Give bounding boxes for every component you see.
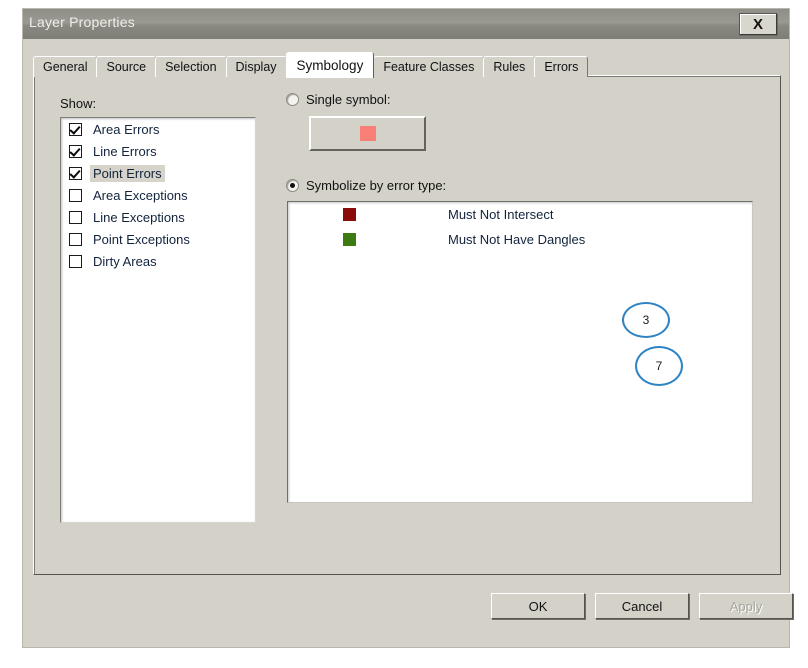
radio-label: Single symbol: [306,92,391,107]
list-item-point-errors[interactable]: Point Errors [61,162,255,184]
list-item-label: Area Exceptions [93,187,188,203]
tab-label: Source [106,60,147,74]
legend-label: Must Not Have Dangles [448,232,586,247]
legend-swatch [343,208,356,221]
checkbox-icon[interactable] [69,122,82,136]
checkbox-icon[interactable] [69,210,82,224]
list-item-label: Area Errors [93,121,160,137]
tab-display[interactable]: Display [225,56,287,77]
tab-source[interactable]: Source [96,56,157,77]
list-item-line-exceptions[interactable]: Line Exceptions [61,206,255,228]
symbology-tab-panel: Show: Area Errors Line Errors Point Erro… [33,75,781,575]
show-label: Show: [60,96,97,111]
single-symbol-button[interactable] [309,116,426,151]
button-label: Apply [729,598,763,614]
list-item-dirty-areas[interactable]: Dirty Areas [61,250,255,272]
show-listbox[interactable]: Area Errors Line Errors Point Errors Are… [60,117,256,523]
window-title: Layer Properties [29,14,135,30]
tab-symbology[interactable]: Symbology [285,52,375,78]
dialog-footer: OK Cancel Apply [23,579,793,647]
list-item-area-exceptions[interactable]: Area Exceptions [61,184,255,206]
tab-strip: General Source Selection Display Symbolo… [33,51,589,78]
tab-label: Symbology [296,58,364,73]
list-item-point-exceptions[interactable]: Point Exceptions [61,228,255,250]
list-item-label: Dirty Areas [93,253,157,269]
legend-swatch [343,233,356,246]
list-item-area-errors[interactable]: Area Errors [61,118,255,140]
ok-button[interactable]: OK [491,593,585,619]
checkbox-icon[interactable] [69,232,82,246]
checkbox-icon[interactable] [69,166,82,180]
tab-label: Display [235,60,277,74]
tab-general[interactable]: General [33,56,98,77]
radio-single-symbol[interactable]: Single symbol: [286,92,391,107]
checkbox-icon[interactable] [69,188,82,202]
radio-icon[interactable] [286,179,299,192]
apply-button: Apply [699,593,793,619]
title-bar: Layer Properties X [23,9,789,39]
list-item-label: Point Errors [90,164,165,182]
legend-label: Must Not Intersect [448,207,554,222]
annotation-label: 7 [655,359,663,373]
list-item-label: Line Errors [93,143,157,159]
legend-row-must-not-have-dangles[interactable]: Must Not Have Dangles [288,227,752,252]
annotation-circle-3: 3 [622,302,670,338]
list-item-line-errors[interactable]: Line Errors [61,140,255,162]
annotation-label: 3 [642,313,650,327]
tab-label: General [43,60,88,74]
list-item-label: Line Exceptions [93,209,185,225]
tab-label: Feature Classes [383,60,475,74]
tab-feature-classes[interactable]: Feature Classes [373,56,485,77]
legend-row-must-not-intersect[interactable]: Must Not Intersect [288,202,752,227]
list-item-label: Point Exceptions [93,231,190,247]
tab-label: Selection [165,60,217,74]
annotation-circle-7: 7 [635,346,683,386]
radio-label: Symbolize by error type: [306,178,447,193]
tab-rules[interactable]: Rules [483,56,536,77]
tab-selection[interactable]: Selection [155,56,227,77]
button-label: Cancel [621,598,663,614]
close-button[interactable]: X [739,13,777,35]
checkbox-icon[interactable] [69,144,82,158]
tab-label: Rules [493,60,526,74]
symbol-swatch [359,126,376,141]
radio-symbolize-by-error-type[interactable]: Symbolize by error type: [286,178,446,193]
tab-errors[interactable]: Errors [534,56,589,77]
button-label: OK [528,598,548,614]
checkbox-icon[interactable] [69,254,82,268]
close-icon: X [752,15,763,33]
tab-label: Errors [544,60,579,74]
error-type-legend-list[interactable]: Must Not Intersect Must Not Have Dangles [287,201,753,503]
layer-properties-dialog: Layer Properties X General Source Select… [22,8,793,648]
cancel-button[interactable]: Cancel [595,593,689,619]
radio-icon[interactable] [286,93,299,106]
